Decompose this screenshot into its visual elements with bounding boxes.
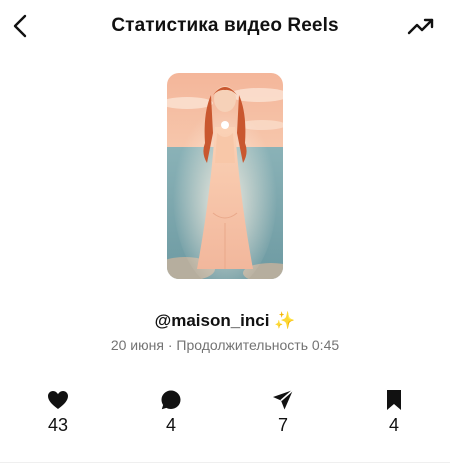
meta-separator: · bbox=[167, 337, 173, 353]
heart-icon bbox=[48, 391, 68, 409]
username-link[interactable]: @maison_inci bbox=[155, 311, 270, 330]
post-date: 20 июня bbox=[110, 337, 164, 353]
likes-count: 43 bbox=[47, 415, 69, 435]
engagement-stats: 43 4 7 4 bbox=[0, 388, 450, 448]
reel-meta: 20 июня · Продолжительность 0:45 bbox=[0, 337, 450, 353]
saves-count: 4 bbox=[388, 415, 399, 435]
username-row: @maison_inci ✨ bbox=[0, 311, 450, 331]
bottom-divider bbox=[0, 462, 450, 463]
sparkle-emoji: ✨ bbox=[274, 311, 296, 330]
comments-count: 4 bbox=[165, 415, 176, 435]
duration-value: 0:45 bbox=[311, 337, 340, 353]
top-bar: Статистика видео Reels bbox=[0, 0, 450, 52]
page-title: Статистика видео Reels bbox=[111, 15, 339, 36]
insights-button[interactable] bbox=[406, 12, 436, 40]
stat-comments[interactable]: 4 bbox=[141, 388, 201, 436]
stat-saves[interactable]: 4 bbox=[364, 388, 424, 436]
reel-thumbnail[interactable] bbox=[167, 73, 283, 279]
comment-bubble-icon bbox=[161, 390, 181, 410]
stat-likes[interactable]: 43 bbox=[28, 388, 88, 436]
bookmark-icon bbox=[387, 390, 401, 410]
reel-cover-image bbox=[167, 73, 283, 279]
send-icon bbox=[273, 389, 294, 410]
trending-up-icon bbox=[407, 18, 434, 35]
stat-shares[interactable]: 7 bbox=[253, 388, 313, 436]
duration-label: Продолжительность bbox=[176, 337, 308, 353]
shares-count: 7 bbox=[277, 415, 288, 435]
